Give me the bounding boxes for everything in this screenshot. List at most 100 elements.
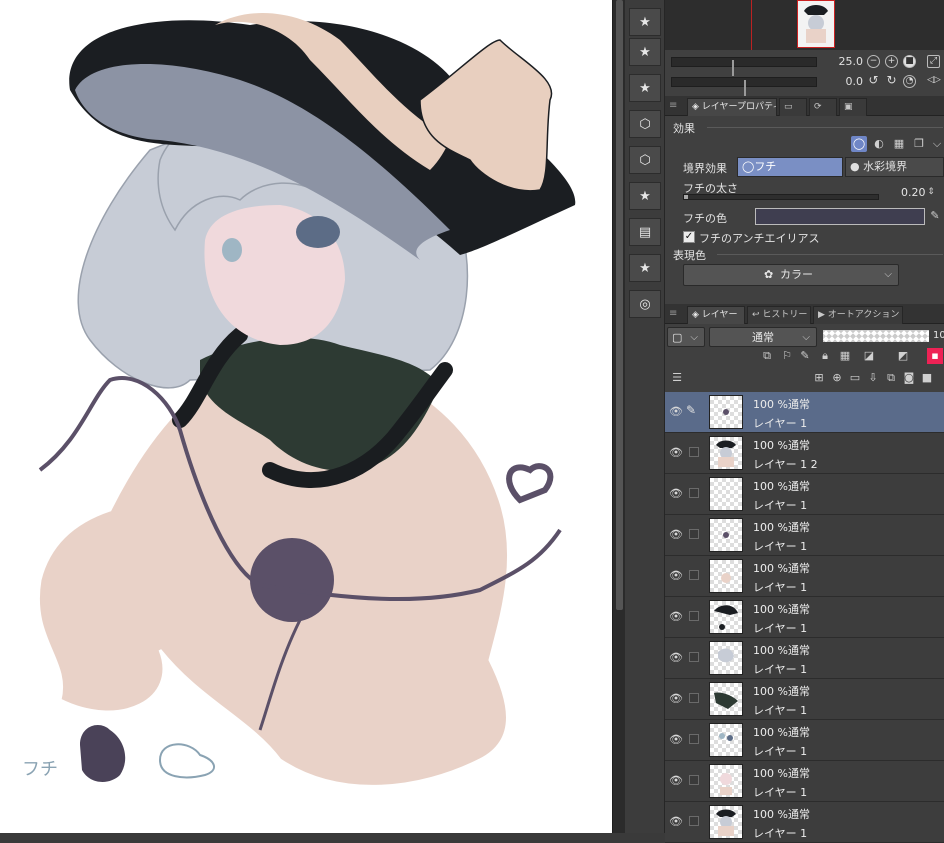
layer-name[interactable]: レイヤー 1	[753, 702, 807, 718]
layer-row[interactable]: 👁︎ 100 %通常 レイヤー 1	[665, 679, 944, 720]
layer-thumbnail[interactable]	[709, 764, 743, 798]
tone-effect-icon[interactable]: ◐	[871, 136, 887, 152]
drawing-canvas[interactable]: フチ	[0, 0, 612, 833]
eye-icon[interactable]: 👁︎	[669, 446, 683, 459]
eye-icon[interactable]: 👁︎	[669, 651, 683, 664]
layer-name[interactable]: レイヤー 1 2	[753, 456, 818, 472]
layer-row[interactable]: 👁︎ 100 %通常 レイヤー 1	[665, 720, 944, 761]
zoom-in-icon[interactable]: +	[885, 55, 898, 68]
new-vector-layer-icon[interactable]: ⊕	[829, 370, 845, 386]
layer-row[interactable]: 👁︎ ✎ 100 %通常 レイヤー 1	[665, 392, 944, 433]
tab-layer-property[interactable]: ◈ レイヤープロパティ	[687, 98, 777, 116]
layer-name[interactable]: レイヤー 1	[753, 661, 807, 677]
layer-row[interactable]: 👁︎ 100 %通常 レイヤー 1	[665, 802, 944, 843]
tab-history[interactable]: ↩ ヒストリー	[747, 306, 811, 324]
material-star-icon-3[interactable]: ★	[629, 74, 661, 102]
scrollbar-thumb[interactable]	[616, 0, 623, 610]
combine-icon[interactable]: ⧉	[883, 370, 899, 386]
layer-row[interactable]: 👁︎ 100 %通常 レイヤー 1	[665, 515, 944, 556]
navigator-thumbnail[interactable]	[797, 0, 835, 48]
delete-layer-icon[interactable]: ■	[919, 370, 935, 386]
layer-thumbnail[interactable]	[709, 559, 743, 593]
layer-row[interactable]: 👁︎ 100 %通常 レイヤー 1	[665, 761, 944, 802]
eye-icon[interactable]: 👁︎	[669, 692, 683, 705]
clip-icon[interactable]: ⧉	[759, 348, 775, 364]
layer-checkbox[interactable]	[689, 611, 699, 621]
layer-thumbnail[interactable]	[709, 600, 743, 634]
layer-name[interactable]: レイヤー 1	[753, 825, 807, 841]
eye-icon[interactable]: 👁︎	[669, 610, 683, 623]
border-width-slider[interactable]	[683, 194, 879, 200]
border-width-stepper-icon[interactable]: ⇕	[923, 184, 939, 200]
layer-color-icon[interactable]: ❐	[911, 136, 927, 152]
layer-thumbnail[interactable]	[709, 518, 743, 552]
fit-window-icon[interactable]: ⤢	[927, 55, 940, 68]
layer-menu-icon[interactable]: ☰	[669, 370, 685, 386]
eye-icon[interactable]: 👁︎	[669, 405, 683, 418]
layer-name[interactable]: レイヤー 1	[753, 497, 807, 513]
ruler-icon[interactable]: ◩	[895, 348, 911, 364]
zoom-slider[interactable]	[671, 57, 817, 76]
tab-layer[interactable]: ◈ レイヤー	[687, 306, 745, 324]
border-option-watercolor[interactable]: ● 水彩境界	[845, 157, 944, 177]
reference-icon[interactable]: ⚐	[779, 348, 795, 364]
layer-checkbox[interactable]	[689, 775, 699, 785]
grip-icon[interactable]: ≡	[669, 308, 677, 319]
material-star-icon-4[interactable]: ★	[629, 182, 661, 210]
eye-icon[interactable]: 👁︎	[669, 528, 683, 541]
layer-row[interactable]: 👁︎ 100 %通常 レイヤー 1	[665, 638, 944, 679]
layer-color-dropdown[interactable]: ▢ ⌵	[667, 327, 705, 347]
layer-name[interactable]: レイヤー 1	[753, 579, 807, 595]
layer-checkbox[interactable]	[689, 734, 699, 744]
material-3d-icon[interactable]: ⬡	[629, 110, 661, 138]
eye-icon[interactable]: 👁︎	[669, 774, 683, 787]
blend-mode-dropdown[interactable]: 通常 ⌵	[709, 327, 817, 347]
material-window-icon[interactable]: ▤	[629, 218, 661, 246]
draft-icon[interactable]: ✎	[797, 348, 813, 364]
eye-icon[interactable]: 👁︎	[669, 569, 683, 582]
tab-image[interactable]: ▣	[839, 98, 867, 116]
rotate-left-icon[interactable]: ↺	[867, 74, 880, 88]
layer-name[interactable]: レイヤー 1	[753, 415, 807, 431]
palette-color-icon[interactable]: ▪	[927, 348, 943, 364]
transfer-icon[interactable]: ⇩	[865, 370, 881, 386]
layer-name[interactable]: レイヤー 1	[753, 743, 807, 759]
new-folder-icon[interactable]: ▭	[847, 370, 863, 386]
eye-icon[interactable]: 👁︎	[669, 815, 683, 828]
eye-icon[interactable]: 👁︎	[669, 733, 683, 746]
layer-checkbox[interactable]	[689, 529, 699, 539]
layer-thumbnail[interactable]	[709, 436, 743, 470]
layer-checkbox[interactable]	[689, 693, 699, 703]
layer-checkbox[interactable]	[689, 570, 699, 580]
layer-thumbnail[interactable]	[709, 395, 743, 429]
layer-name[interactable]: レイヤー 1	[753, 620, 807, 636]
navigator-preview[interactable]	[665, 0, 944, 50]
layer-thumbnail[interactable]	[709, 682, 743, 716]
tab-tool-property[interactable]: ▭	[779, 98, 807, 116]
layer-checkbox[interactable]	[689, 816, 699, 826]
layer-row[interactable]: 👁︎ 100 %通常 レイヤー 1	[665, 556, 944, 597]
layer-thumbnail[interactable]	[709, 805, 743, 839]
rotate-slider[interactable]	[671, 77, 817, 96]
rotate-right-icon[interactable]: ↻	[885, 74, 898, 88]
layer-row[interactable]: 👁︎ 100 %通常 レイヤー 1	[665, 474, 944, 515]
antialias-checkbox[interactable]: ✓	[683, 231, 695, 243]
eyedropper-icon[interactable]: ✎	[927, 208, 943, 224]
flip-horizontal-icon[interactable]: ◁▷	[927, 75, 941, 88]
expression-color-dropdown[interactable]: ✿ カラー ⌵	[683, 264, 899, 286]
opacity-slider[interactable]	[823, 330, 929, 342]
material-star-icon[interactable]: ★	[629, 8, 661, 36]
fit-icon[interactable]: ■	[903, 55, 916, 68]
tab-sub-tool[interactable]: ⟳	[809, 98, 837, 116]
material-star-icon-5[interactable]: ★	[629, 254, 661, 282]
layer-thumbnail[interactable]	[709, 723, 743, 757]
border-option-edge[interactable]: ◯フチ	[737, 157, 843, 177]
layer-name[interactable]: レイヤー 1	[753, 784, 807, 800]
layer-thumbnail[interactable]	[709, 477, 743, 511]
border-color-swatch[interactable]	[755, 208, 925, 225]
new-raster-layer-icon[interactable]: ⊞	[811, 370, 827, 386]
lock-icon[interactable]: 🔒︎	[817, 348, 833, 364]
layer-thumbnail[interactable]	[709, 641, 743, 675]
border-effect-toggle-icon[interactable]: ◯	[851, 136, 867, 152]
zoom-out-icon[interactable]: −	[867, 55, 880, 68]
